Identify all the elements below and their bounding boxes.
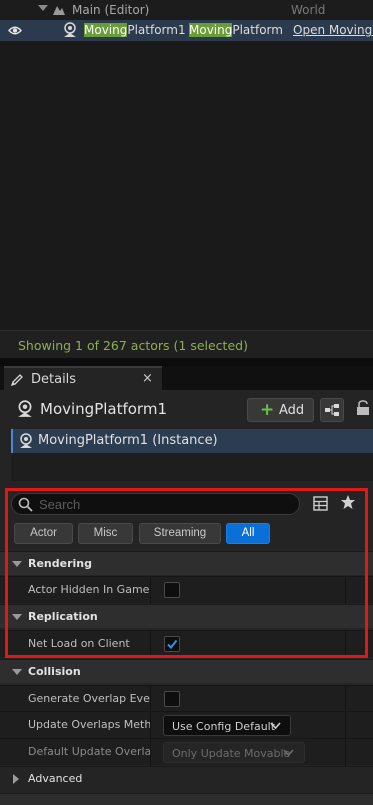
actor-type: MovingPlatform bbox=[189, 23, 283, 37]
tab-bar: Details × bbox=[0, 366, 373, 390]
category-label: Advanced bbox=[28, 772, 83, 785]
column-splitter bbox=[345, 686, 346, 713]
column-splitter[interactable] bbox=[150, 686, 151, 713]
next-category-header bbox=[0, 793, 373, 805]
actor-icon bbox=[64, 22, 76, 37]
filter-all-button[interactable]: All bbox=[226, 523, 270, 544]
search-highlight: Moving bbox=[189, 23, 233, 37]
property-name: Net Load on Client bbox=[28, 637, 130, 650]
add-button-label: Add bbox=[279, 403, 305, 418]
blueprint-button[interactable] bbox=[320, 398, 344, 422]
property-row: Actor Hidden In Game bbox=[0, 576, 373, 604]
component-tree bbox=[11, 453, 373, 481]
star-icon[interactable] bbox=[340, 494, 356, 510]
level-type: World bbox=[291, 3, 326, 17]
outliner-row-actor[interactable]: MovingPlatform1 MovingPlatform Open Movi… bbox=[0, 20, 373, 41]
collapse-arrow-icon bbox=[13, 774, 19, 784]
column-splitter[interactable] bbox=[150, 739, 151, 766]
property-row: Default Update Overla... Only Update Mov… bbox=[0, 738, 373, 766]
expand-arrow-icon bbox=[12, 561, 22, 567]
blueprint-icon bbox=[325, 404, 339, 416]
actor-label: MovingPlatform1 bbox=[84, 23, 186, 37]
expand-arrow-icon bbox=[12, 614, 22, 620]
actor-hidden-checkbox[interactable] bbox=[164, 582, 180, 598]
actor-icon bbox=[20, 433, 32, 448]
component-tree-item[interactable]: MovingPlatform1 (Instance) bbox=[11, 429, 373, 453]
actor-name[interactable]: MovingPlatform1 bbox=[40, 400, 167, 418]
details-search[interactable] bbox=[11, 493, 300, 515]
level-icon bbox=[53, 6, 65, 15]
net-load-checkbox[interactable] bbox=[164, 636, 180, 652]
default-update-overlaps-dropdown: Only Update Movable bbox=[163, 742, 305, 763]
filter-misc-button[interactable]: Misc bbox=[78, 523, 133, 544]
property-name: Default Update Overla... bbox=[28, 745, 150, 758]
open-blueprint-link[interactable]: Open MovingP bbox=[293, 23, 373, 37]
property-row: Generate Overlap Even... bbox=[0, 685, 373, 713]
property-name: Actor Hidden In Game bbox=[28, 583, 150, 596]
category-advanced[interactable]: Advanced bbox=[0, 766, 373, 790]
column-splitter[interactable] bbox=[150, 577, 151, 604]
outliner-row-level[interactable]: Main (Editor) World bbox=[0, 0, 373, 20]
actor-header: MovingPlatform1 + Add bbox=[0, 394, 373, 426]
tab-details-label: Details bbox=[31, 372, 77, 387]
add-component-button[interactable]: + Add bbox=[247, 398, 314, 422]
expand-arrow-icon bbox=[12, 669, 22, 675]
search-input[interactable] bbox=[39, 495, 289, 513]
chevron-down-icon bbox=[270, 722, 281, 730]
filter-actor-button[interactable]: Actor bbox=[14, 523, 73, 544]
category-rendering[interactable]: Rendering bbox=[0, 551, 373, 575]
dropdown-value: Only Update Movable bbox=[172, 747, 291, 760]
expand-arrow-icon[interactable] bbox=[38, 5, 48, 11]
chevron-down-icon bbox=[283, 749, 294, 757]
category-label: Replication bbox=[28, 610, 98, 623]
column-splitter bbox=[345, 712, 346, 739]
category-replication[interactable]: Replication bbox=[0, 604, 373, 628]
checkmark-icon bbox=[167, 639, 178, 650]
search-icon bbox=[18, 497, 33, 512]
update-overlaps-dropdown[interactable]: Use Config Default bbox=[163, 715, 291, 736]
column-splitter bbox=[345, 631, 346, 658]
actor-label-rest: Platform1 bbox=[127, 23, 186, 37]
property-row: Net Load on Client bbox=[0, 630, 373, 658]
actor-type-rest: Platform bbox=[232, 23, 283, 37]
plus-icon: + bbox=[260, 400, 275, 420]
eye-icon[interactable] bbox=[8, 25, 22, 36]
property-row: Update Overlaps Meth... Use Config Defau… bbox=[0, 711, 373, 739]
search-highlight: Moving bbox=[84, 23, 128, 37]
column-splitter bbox=[345, 577, 346, 604]
dropdown-value: Use Config Default bbox=[172, 720, 276, 733]
pencil-icon bbox=[10, 374, 23, 387]
world-outliner: Main (Editor) World MovingPlatform1 Movi… bbox=[0, 0, 373, 358]
generate-overlap-checkbox[interactable] bbox=[164, 691, 180, 707]
actor-count-status: Showing 1 of 267 actors (1 selected) bbox=[18, 338, 248, 353]
panel-divider[interactable] bbox=[0, 358, 373, 366]
component-label: MovingPlatform1 (Instance) bbox=[38, 433, 218, 448]
outliner-status-bar: Showing 1 of 267 actors (1 selected) bbox=[0, 330, 373, 358]
close-icon[interactable]: × bbox=[142, 371, 153, 386]
property-name: Update Overlaps Meth... bbox=[28, 718, 150, 731]
category-label: Rendering bbox=[28, 557, 92, 570]
actor-icon bbox=[18, 400, 32, 417]
tab-details[interactable]: Details × bbox=[4, 366, 162, 390]
table-icon[interactable] bbox=[313, 496, 328, 511]
category-collision[interactable]: Collision bbox=[0, 659, 373, 683]
property-name: Generate Overlap Even... bbox=[28, 692, 150, 705]
column-splitter[interactable] bbox=[150, 712, 151, 739]
lock-icon[interactable] bbox=[356, 400, 370, 416]
column-splitter[interactable] bbox=[150, 631, 151, 658]
category-label: Collision bbox=[28, 665, 81, 678]
filter-streaming-button[interactable]: Streaming bbox=[139, 523, 221, 544]
column-splitter bbox=[345, 739, 346, 766]
level-name: Main (Editor) bbox=[72, 3, 150, 17]
